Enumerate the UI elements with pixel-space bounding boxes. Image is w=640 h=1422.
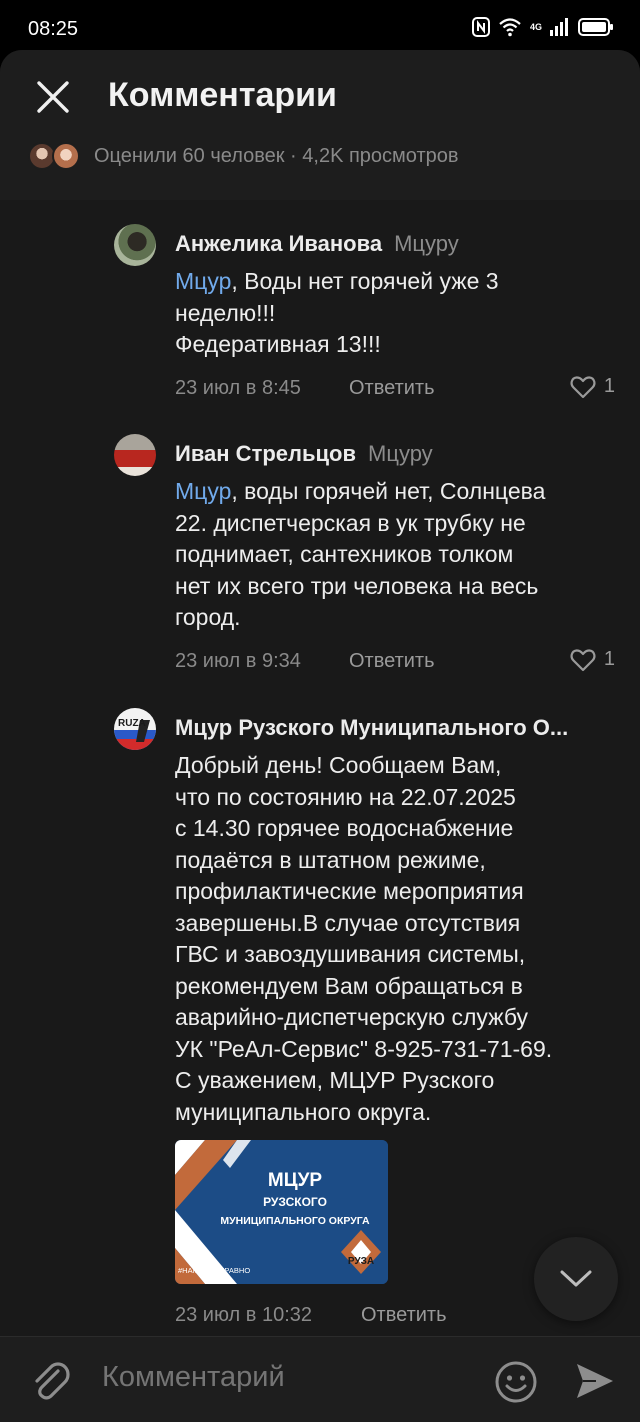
comment-line: рекомендуем Вам обращаться в (175, 972, 523, 999)
battery-icon (578, 18, 613, 36)
scroll-down-button[interactable] (534, 1237, 618, 1321)
comment-text: Мцур, воды горячей нет, Солнцева 22. дис… (175, 476, 615, 634)
paperclip-icon (35, 1362, 70, 1400)
comment-meta: 23 июл в 8:45 Ответить 1 (175, 373, 615, 407)
emoji-button[interactable] (493, 1359, 539, 1409)
signal-icon (550, 18, 568, 36)
comment-author[interactable]: Иван Стрельцов (175, 441, 356, 466)
liker-avatar (52, 142, 80, 170)
comment-body: Анжелика Иванова Мцуру Мцур, Воды нет гор… (175, 224, 615, 407)
avatar-text: RUZA (118, 718, 146, 729)
avatar[interactable] (114, 434, 156, 476)
network-type: 4G (529, 22, 542, 32)
comment-composer (0, 1336, 640, 1422)
like-count: 1 (603, 648, 615, 670)
comment-input[interactable] (102, 1361, 482, 1394)
comment-line: , воды горячей нет, Солнцева (231, 478, 546, 504)
comment-meta: 23 июл в 9:34 Ответить 1 (175, 646, 615, 680)
comment-body: Иван Стрельцов Мцуру Мцур, воды горячей н… (175, 434, 615, 680)
status-icons: 4G (471, 17, 614, 37)
avatar[interactable]: RUZA (114, 708, 156, 750)
stats-text: Оценили 60 человек · 4,2K просмотров (94, 144, 459, 167)
avatar[interactable] (114, 224, 156, 266)
reply-button[interactable]: Ответить (349, 650, 435, 673)
wifi-icon (499, 18, 521, 37)
comment-line: нет их всего три человека на весь (175, 572, 539, 599)
comment-header: Мцур Рузского Муниципального О... (175, 708, 615, 748)
comment-line: неделю!!! (175, 299, 276, 326)
attachment-graphic: МЦУР РУЗСКОГО МУНИЦИПАЛЬНОГО ОКРУГА РУЗА… (175, 1140, 388, 1284)
attach-button[interactable] (28, 1359, 72, 1407)
ruza-logo-icon: RUZA (114, 718, 156, 750)
reactions-summary[interactable]: Оценили 60 человек · 4,2K просмотров (28, 142, 459, 170)
comment-header: Анжелика Иванова Мцуру (175, 224, 615, 264)
comment-item: Иван Стрельцов Мцуру Мцур, воды горячей н… (114, 434, 615, 684)
mention-link[interactable]: Мцур (175, 478, 231, 504)
comment-line: профилактические мероприятия (175, 878, 524, 904)
comments-sheet: Комментарии Оценили 60 человек · 4,2K пр… (0, 50, 640, 1422)
like-button[interactable]: 1 (570, 648, 615, 672)
comment-line: подаётся в штатном режиме, (175, 846, 486, 873)
comment-author[interactable]: Мцур Рузского Муниципального О... (175, 715, 568, 740)
reply-button[interactable]: Ответить (361, 1304, 447, 1327)
heart-icon (570, 375, 596, 398)
comment-line: поднимает, сантехников толком (175, 541, 514, 567)
comment-line: муниципального округа. (175, 1098, 432, 1125)
reply-button[interactable]: Ответить (349, 377, 435, 400)
send-icon (577, 1364, 613, 1398)
comment-text: Мцур, Воды нет горячей уже 3 неделю!!! Ф… (175, 266, 615, 361)
attachment-subtitle: РУЗСКОГО (263, 1195, 327, 1209)
attachment-subtitle-2: МУНИЦИПАЛЬНОГО ОКРУГА (220, 1215, 370, 1227)
comment-line: Добрый день! Сообщаем Вам, (175, 752, 502, 778)
comment-line: что по состоянию на 22.07.2025 (175, 783, 516, 810)
page-title: Комментарии (108, 76, 337, 114)
close-icon (37, 81, 69, 113)
comment-date: 23 июл в 10:32 (175, 1304, 312, 1326)
comment-line: С уважением, МЦУР Рузского (175, 1067, 495, 1093)
close-button[interactable] (30, 74, 76, 120)
comment-date: 23 июл в 8:45 (175, 376, 301, 399)
attachment-hashtag: #НАМНЕВСЕРАВНО (178, 1266, 250, 1275)
comment-line: аварийно-диспетчерскую службу (175, 1004, 528, 1030)
comment-body: Мцур Рузского Муниципального О... Добрый… (175, 708, 615, 1128)
attachment-title: МЦУР (268, 1170, 323, 1191)
comment-line: город. (175, 604, 241, 630)
comment-line: 22. диспетчерская в ук трубку не (175, 509, 526, 536)
comment-date: 23 июл в 9:34 (175, 649, 301, 672)
reply-to-label[interactable]: Мцуру (394, 231, 459, 256)
comment-line: , Воды нет горячей уже 3 (231, 268, 499, 294)
emoji-icon (495, 1361, 537, 1403)
comment-author[interactable]: Анжелика Иванова (175, 231, 382, 256)
attachment-logo-text: РУЗА (348, 1256, 374, 1267)
sheet-header: Комментарии Оценили 60 человек · 4,2K пр… (0, 50, 640, 200)
mention-link[interactable]: Мцур (175, 268, 231, 294)
heart-icon (570, 648, 596, 671)
comment-line: с 14.30 горячее водоснабжение (175, 815, 514, 841)
comment-line: Федеративная 13!!! (175, 331, 381, 357)
status-time: 08:25 (28, 18, 79, 40)
like-count: 1 (603, 375, 615, 397)
reply-to-label[interactable]: Мцуру (368, 441, 433, 466)
like-button[interactable]: 1 (570, 375, 615, 399)
comment-line: завершены.В случае отсутствия (175, 909, 521, 936)
nfc-icon (471, 17, 490, 37)
attachment-image[interactable]: МЦУР РУЗСКОГО МУНИЦИПАЛЬНОГО ОКРУГА РУЗА… (175, 1140, 388, 1284)
send-button[interactable] (574, 1361, 616, 1405)
comment-line: ГВС и завоздушивания системы, (175, 941, 526, 967)
comment-text: Добрый день! Сообщаем Вам, что по состоя… (175, 750, 615, 1128)
comment-item: Анжелика Иванова Мцуру Мцур, Воды нет гор… (114, 224, 615, 407)
chevron-down-icon (560, 1270, 592, 1287)
comment-header: Иван Стрельцов Мцуру (175, 434, 615, 474)
comment-line: УК "РеАл-Сервис" 8-925-731-71-69. (175, 1035, 553, 1062)
comment-item: RUZA Мцур Рузского Муниципального О... Д… (114, 708, 614, 1338)
